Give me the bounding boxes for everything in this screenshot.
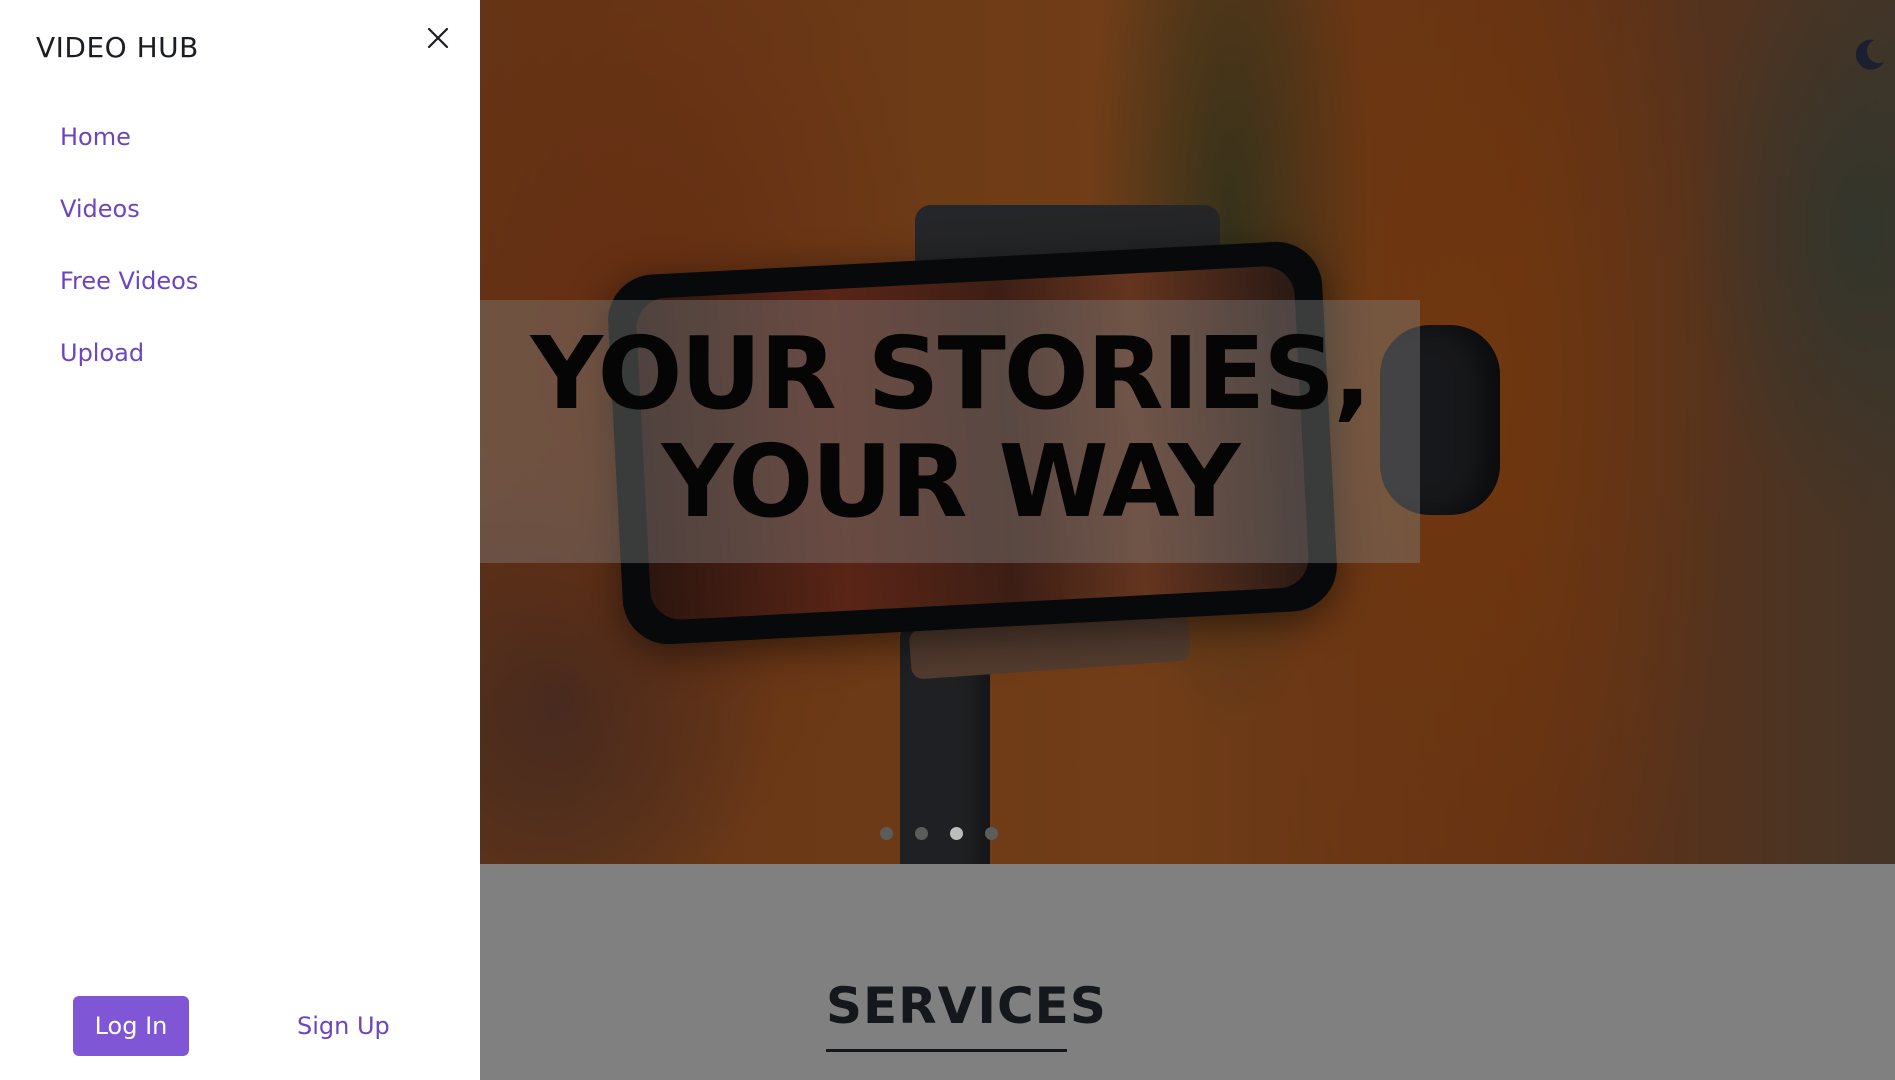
theme-toggle-button[interactable]	[1850, 36, 1888, 74]
carousel-dot-3[interactable]	[950, 827, 963, 840]
moon-icon	[1855, 39, 1884, 70]
nav-item-videos[interactable]: Videos	[60, 189, 198, 261]
drawer-brand-title: VIDEO HUB	[36, 31, 199, 64]
close-icon	[427, 27, 449, 49]
hero-headline: YOUR STORIES, YOUR WAY	[480, 320, 1420, 536]
close-drawer-button[interactable]	[422, 22, 454, 54]
carousel-dot-1[interactable]	[880, 827, 893, 840]
headline-line-2: YOUR WAY	[661, 423, 1241, 540]
side-drawer: VIDEO HUB Home Videos Free Videos Upload…	[0, 0, 480, 1080]
headline-line-1: YOUR STORIES,	[530, 315, 1372, 432]
carousel-dot-4[interactable]	[985, 827, 998, 840]
carousel-indicators	[880, 827, 998, 840]
nav-item-free-videos[interactable]: Free Videos	[60, 261, 198, 333]
drawer-auth-actions: Log In Sign Up	[73, 996, 413, 1056]
drawer-nav: Home Videos Free Videos Upload	[60, 117, 198, 405]
carousel-dot-2[interactable]	[915, 827, 928, 840]
nav-item-upload[interactable]: Upload	[60, 333, 198, 405]
nav-item-home[interactable]: Home	[60, 117, 198, 189]
login-button[interactable]: Log In	[73, 996, 189, 1056]
signup-link[interactable]: Sign Up	[297, 1006, 390, 1046]
